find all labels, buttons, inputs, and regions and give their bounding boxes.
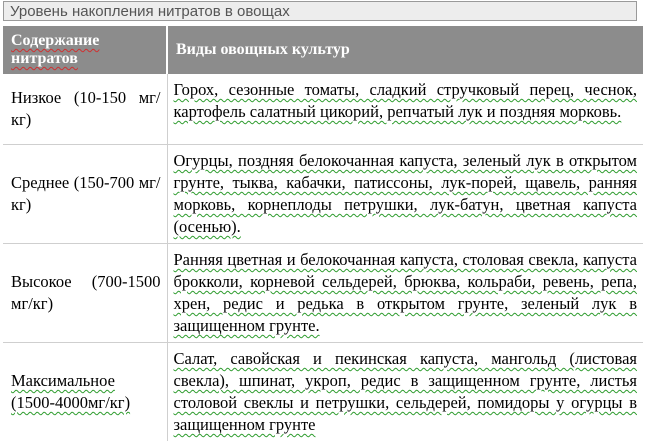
vegetables-text: Горох, сезонные томаты, сладкий стручков… xyxy=(174,80,638,121)
level-cell: Низкое (10-150 мг/кг) xyxy=(3,74,167,145)
vegetables-text: Салат, савойская и пекинская капуста, ма… xyxy=(174,349,638,434)
level-cell: Среднее (150-700 мг/кг) xyxy=(3,145,167,244)
table-row: Низкое (10-150 мг/кг) Горох, сезонные то… xyxy=(3,74,643,145)
table-row: Максимальное (1500-4000мг/кг) Салат, сав… xyxy=(3,343,643,441)
vegetables-cell: Огурцы, поздняя белокочанная капуста, зе… xyxy=(167,145,643,244)
vegetables-text: Ранняя цветная и белокочанная капуста, с… xyxy=(174,250,638,335)
level-text: Максимальное (1500-4000мг/кг) xyxy=(11,371,130,412)
column-header-vegetables: Виды овощных культур xyxy=(167,26,643,74)
nitrate-table: Содержание нитратов Виды овощных культур… xyxy=(3,26,643,441)
vegetables-cell: Салат, савойская и пекинская капуста, ма… xyxy=(167,343,643,441)
table-caption: Уровень накопления нитратов в овощах xyxy=(3,1,637,21)
level-cell: Максимальное (1500-4000мг/кг) xyxy=(3,343,167,441)
table-row: Высокое (700-1500 мг/кг) Ранняя цветная … xyxy=(3,244,643,343)
vegetables-cell: Ранняя цветная и белокочанная капуста, с… xyxy=(167,244,643,343)
table-header: Содержание нитратов Виды овощных культур xyxy=(3,26,643,74)
column-header-level: Содержание нитратов xyxy=(3,26,167,74)
column-header-level-text: Содержание нитратов xyxy=(11,32,99,67)
vegetables-cell: Горох, сезонные томаты, сладкий стручков… xyxy=(167,74,643,145)
vegetables-text: Огурцы, поздняя белокочанная капуста, зе… xyxy=(174,151,638,236)
level-cell: Высокое (700-1500 мг/кг) xyxy=(3,244,167,343)
table-row: Среднее (150-700 мг/кг) Огурцы, поздняя … xyxy=(3,145,643,244)
